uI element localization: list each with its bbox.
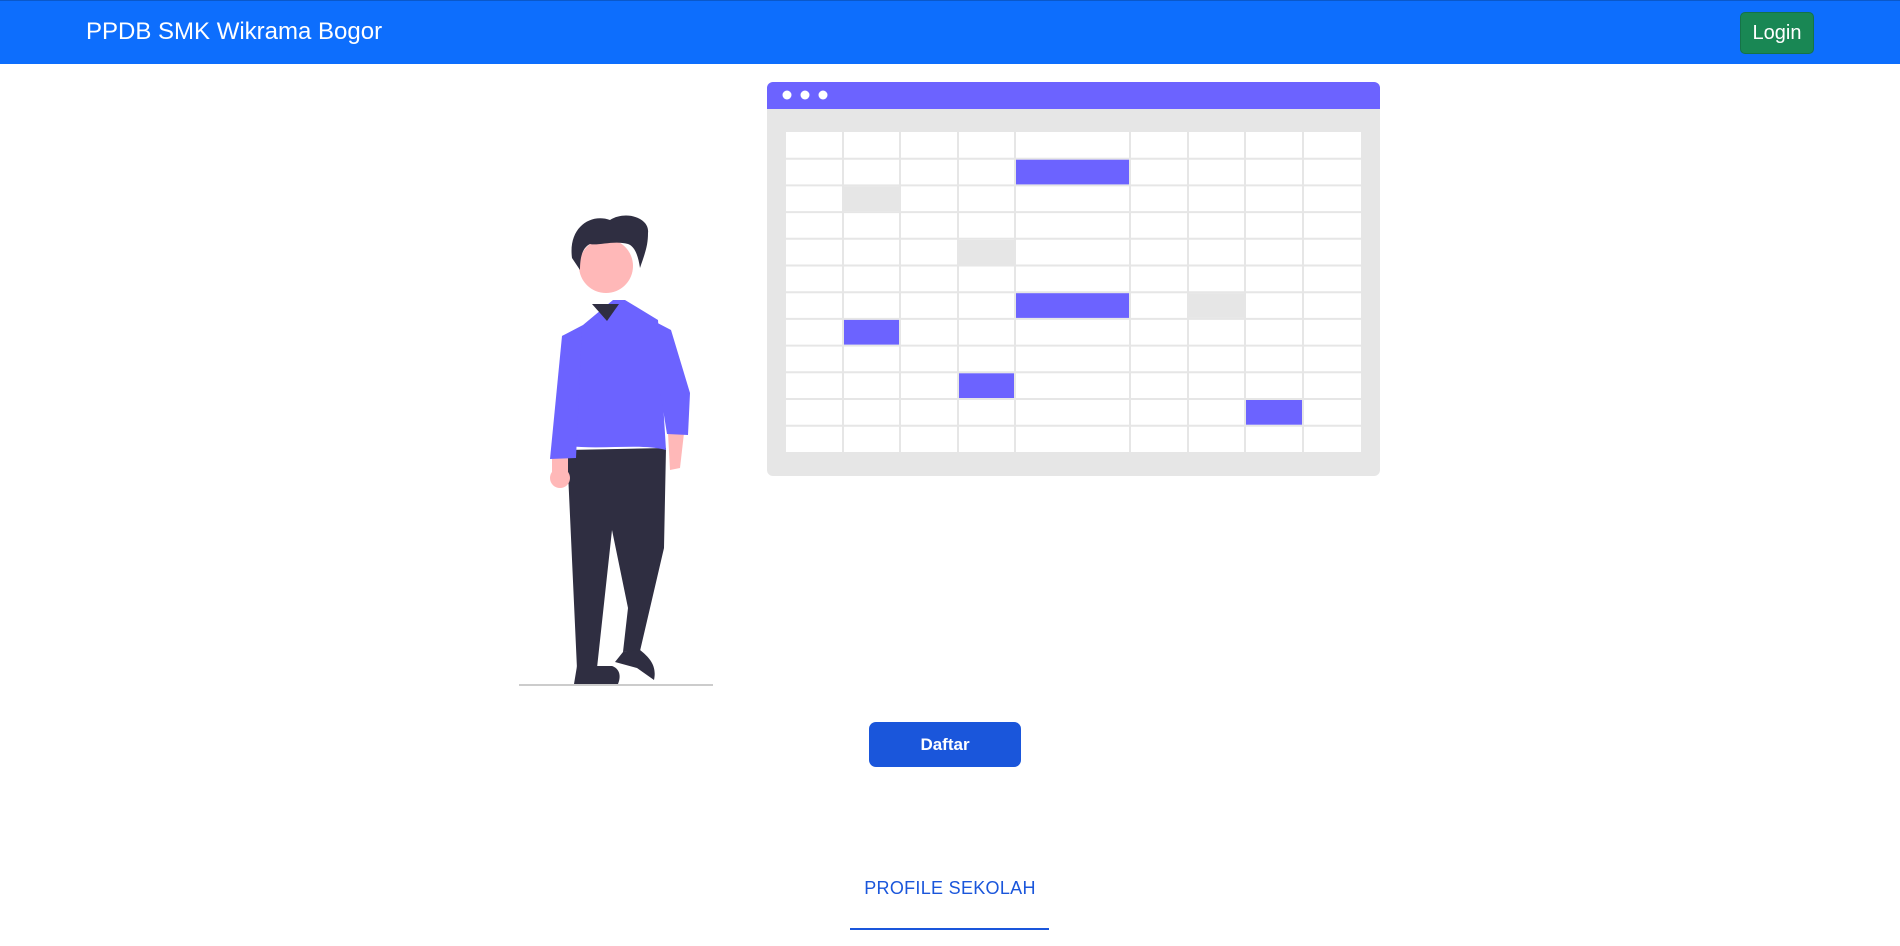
schedule-cell xyxy=(844,186,899,212)
schedule-cell xyxy=(844,319,899,345)
schedule-cell xyxy=(1189,293,1244,318)
schedule-cell xyxy=(959,373,1014,398)
window-dot-icon xyxy=(800,90,810,100)
schedule-cell xyxy=(1016,159,1129,185)
hero-illustration xyxy=(519,82,1380,686)
schedule-window xyxy=(767,82,1380,476)
profile-section-title[interactable]: PROFILE SEKOLAH xyxy=(800,877,1100,899)
schedule-cell xyxy=(1246,400,1302,425)
section-underline xyxy=(850,928,1049,930)
window-dot-icon xyxy=(782,90,792,100)
login-button[interactable]: Login xyxy=(1740,12,1814,54)
brand-title[interactable]: PPDB SMK Wikrama Bogor xyxy=(86,18,382,46)
schedule-cell xyxy=(1016,293,1129,318)
schedule-cell xyxy=(959,239,1014,265)
window-dot-icon xyxy=(818,90,828,100)
top-navbar: PPDB SMK Wikrama Bogor Login xyxy=(0,0,1900,64)
person-figure xyxy=(519,215,713,686)
register-button[interactable]: Daftar xyxy=(869,722,1021,767)
